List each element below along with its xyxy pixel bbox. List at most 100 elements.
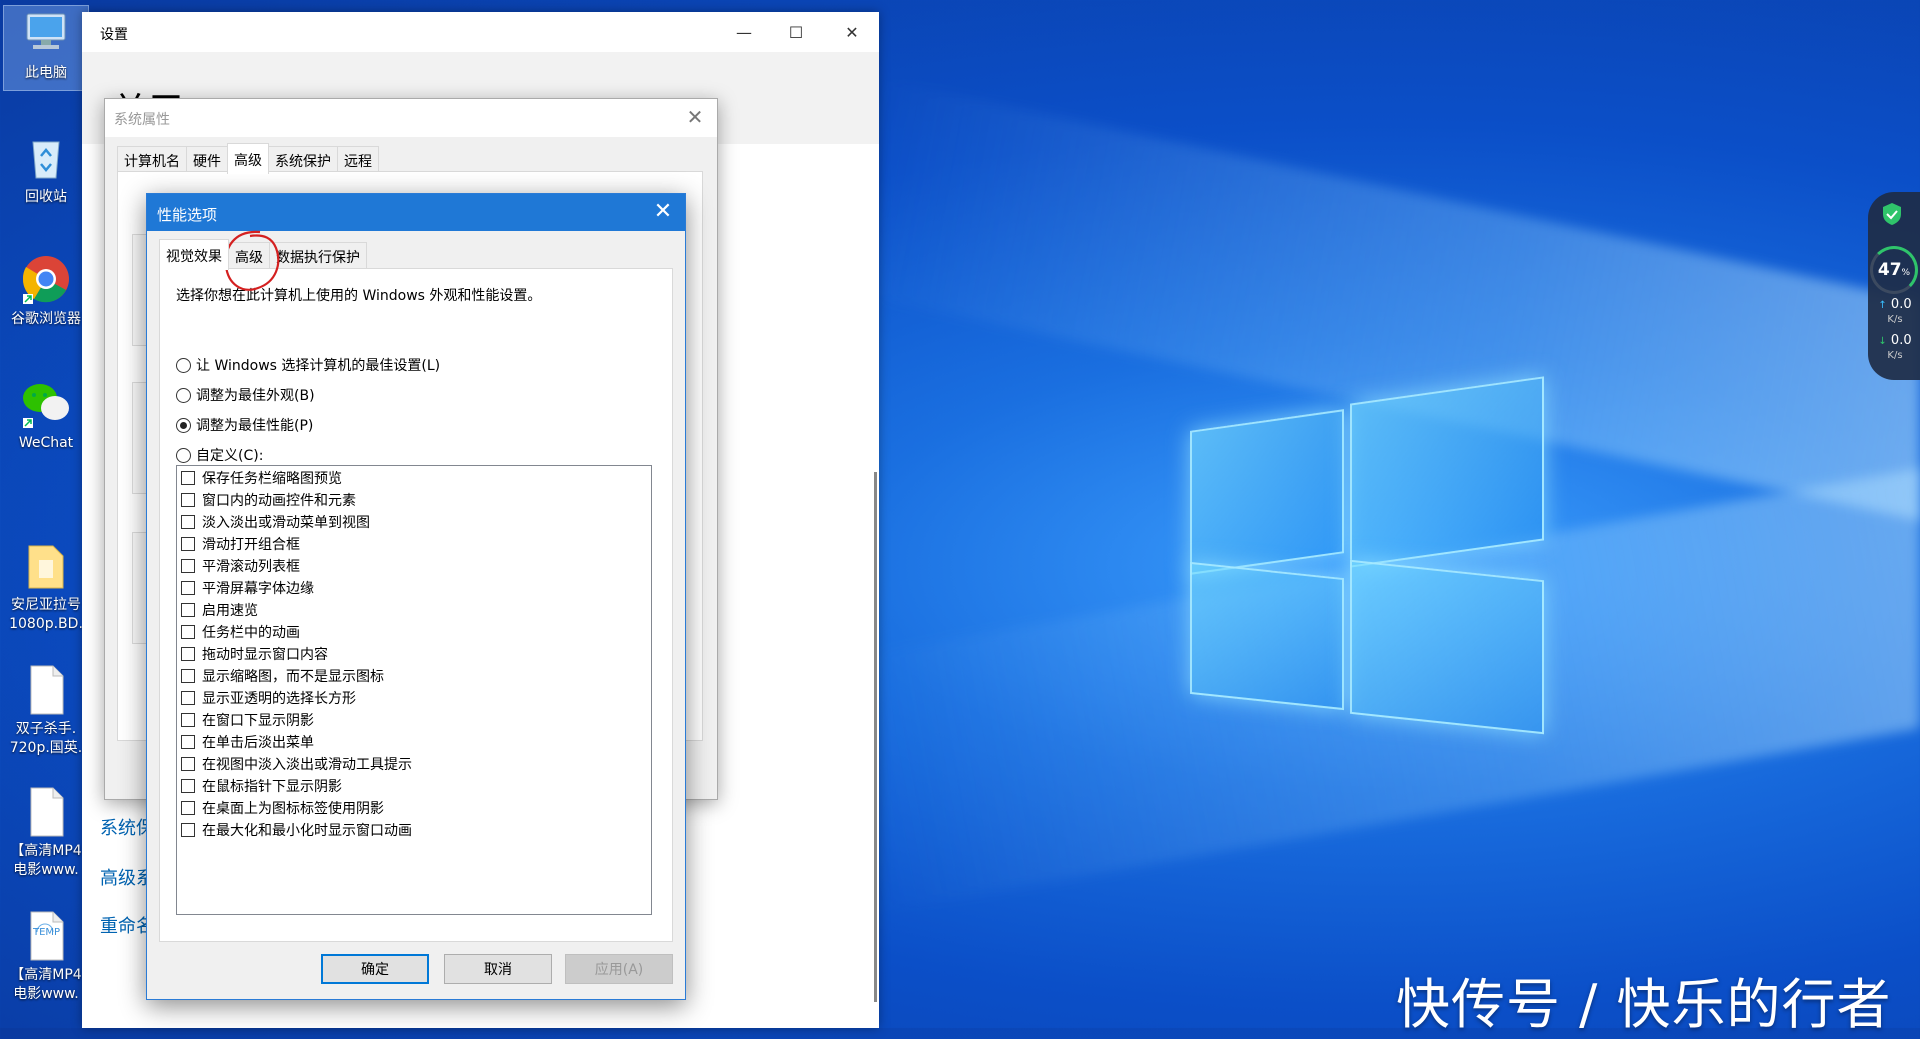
tab-system-protection[interactable]: 系统保护 bbox=[268, 146, 338, 174]
desktop-icon-recycle-bin[interactable]: 回收站 bbox=[4, 130, 88, 207]
tab-computer-name[interactable]: 计算机名 bbox=[117, 146, 187, 174]
checkbox-label: 拖动时显示窗口内容 bbox=[202, 647, 328, 663]
checkbox-item[interactable]: 显示亚透明的选择长方形 bbox=[181, 689, 356, 707]
checkbox[interactable] bbox=[181, 691, 195, 705]
checkbox[interactable] bbox=[181, 603, 195, 617]
tab-visual-effects[interactable]: 视觉效果 bbox=[159, 239, 229, 270]
maximize-button[interactable]: ☐ bbox=[776, 20, 816, 46]
windows-logo-wallpaper bbox=[1190, 376, 1570, 740]
checkbox[interactable] bbox=[181, 559, 195, 573]
scrollbar[interactable] bbox=[874, 472, 877, 1002]
download-speed: ↓ 0.0 K/s bbox=[1872, 334, 1918, 363]
tab-advanced[interactable]: 高级 bbox=[228, 242, 270, 270]
performance-options-dialog: 性能选项 ✕ 视觉效果 高级 数据执行保护 选择你想在此计算机上使用的 Wind… bbox=[146, 193, 686, 1000]
system-properties-titlebar[interactable]: 系统属性 ✕ bbox=[105, 99, 717, 137]
checkbox[interactable] bbox=[181, 515, 195, 529]
cancel-button[interactable]: 取消 bbox=[444, 954, 552, 984]
checkbox-label: 淡入淡出或滑动菜单到视图 bbox=[202, 515, 370, 531]
tab-hardware[interactable]: 硬件 bbox=[186, 146, 228, 174]
desktop-icon-chrome[interactable]: 谷歌浏览器 bbox=[4, 252, 88, 329]
checkbox[interactable] bbox=[181, 625, 195, 639]
visual-effects-description: 选择你想在此计算机上使用的 Windows 外观和性能设置。 bbox=[176, 288, 542, 304]
checkbox[interactable] bbox=[181, 735, 195, 749]
radio-label: 调整为最佳性能(P) bbox=[196, 418, 314, 434]
tab-data-execution-prevention[interactable]: 数据执行保护 bbox=[269, 242, 367, 270]
checkbox[interactable] bbox=[181, 713, 195, 727]
checkbox-item[interactable]: 在鼠标指针下显示阴影 bbox=[181, 777, 342, 795]
file-icon bbox=[19, 765, 73, 837]
checkbox-item[interactable]: 在最大化和最小化时显示窗口动画 bbox=[181, 821, 412, 839]
settings-titlebar[interactable]: 设置 — ☐ ✕ bbox=[82, 12, 879, 52]
shield-icon bbox=[1881, 202, 1903, 229]
checkbox[interactable] bbox=[181, 471, 195, 485]
watermark-text: 快传号 / 快乐的行者 bbox=[1396, 973, 1892, 1036]
tab-remote[interactable]: 远程 bbox=[337, 146, 379, 174]
checkbox-label: 显示缩略图，而不是显示图标 bbox=[202, 669, 384, 685]
performance-options-title: 性能选项 bbox=[157, 206, 218, 224]
arrow-down-icon: ↓ bbox=[1878, 336, 1887, 347]
memory-usage-value: 47 bbox=[1877, 260, 1902, 280]
speed-unit: K/s bbox=[1887, 314, 1903, 325]
checkbox[interactable] bbox=[181, 757, 195, 771]
minimize-button[interactable]: — bbox=[724, 20, 764, 46]
checkbox-item[interactable]: 平滑滚动列表框 bbox=[181, 557, 300, 575]
checkbox-item[interactable]: 淡入淡出或滑动菜单到视图 bbox=[181, 513, 370, 531]
checkbox-label: 在鼠标指针下显示阴影 bbox=[202, 779, 342, 795]
checkbox-label: 在窗口下显示阴影 bbox=[202, 713, 314, 729]
system-monitor-widget[interactable]: 47% ↑ 0.0 K/s ↓ 0.0 K/s bbox=[1868, 192, 1920, 380]
checkbox[interactable] bbox=[181, 647, 195, 661]
desktop-icon-label: 谷歌浏览器 bbox=[11, 311, 81, 327]
close-icon[interactable]: ✕ bbox=[681, 105, 709, 131]
checkbox[interactable] bbox=[181, 669, 195, 683]
checkbox-item[interactable]: 在窗口下显示阴影 bbox=[181, 711, 314, 729]
checkbox-label: 在单击后淡出菜单 bbox=[202, 735, 314, 751]
radio-best-performance[interactable]: 调整为最佳性能(P) bbox=[176, 415, 313, 435]
checkbox-label: 保存任务栏缩略图预览 bbox=[202, 471, 342, 487]
close-button[interactable]: ✕ bbox=[832, 20, 872, 46]
checkbox-label: 在最大化和最小化时显示窗口动画 bbox=[202, 823, 412, 839]
memory-usage-gauge: 47% bbox=[1870, 246, 1918, 294]
desktop-icon-temp-file[interactable]: TEMP 【高清MP4 电影www. bbox=[4, 870, 88, 1023]
checkbox-label: 任务栏中的动画 bbox=[202, 625, 300, 641]
checkbox-item[interactable]: 平滑屏幕字体边缘 bbox=[181, 579, 314, 597]
checkbox[interactable] bbox=[181, 493, 195, 507]
checkbox-item[interactable]: 任务栏中的动画 bbox=[181, 623, 300, 641]
apply-button[interactable]: 应用(A) bbox=[565, 954, 673, 984]
ok-button[interactable]: 确定 bbox=[321, 954, 429, 984]
visual-effects-checklist[interactable]: 保存任务栏缩略图预览 窗口内的动画控件和元素 淡入淡出或滑动菜单到视图 滑动打开… bbox=[176, 465, 652, 915]
upload-value: 0.0 bbox=[1890, 297, 1912, 312]
checkbox[interactable] bbox=[181, 581, 195, 595]
checkbox-item[interactable]: 窗口内的动画控件和元素 bbox=[181, 491, 356, 509]
checkbox-item[interactable]: 显示缩略图，而不是显示图标 bbox=[181, 667, 384, 685]
checkbox[interactable] bbox=[181, 823, 195, 837]
performance-options-titlebar[interactable]: 性能选项 ✕ bbox=[147, 194, 685, 231]
desktop-icon-label: WeChat bbox=[18, 435, 74, 451]
radio-custom[interactable]: 自定义(C): bbox=[176, 445, 263, 465]
radio-label: 自定义(C): bbox=[196, 448, 264, 464]
radio-label: 让 Windows 选择计算机的最佳设置(L) bbox=[196, 358, 441, 374]
tab-advanced[interactable]: 高级 bbox=[227, 143, 269, 174]
checkbox[interactable] bbox=[181, 779, 195, 793]
recycle-bin-icon bbox=[19, 130, 73, 184]
checkbox[interactable] bbox=[181, 801, 195, 815]
desktop-icon-wechat[interactable]: WeChat bbox=[4, 376, 88, 453]
checkbox-item[interactable]: 在单击后淡出菜单 bbox=[181, 733, 314, 751]
checkbox-item[interactable]: 保存任务栏缩略图预览 bbox=[181, 469, 342, 487]
file-icon bbox=[19, 643, 73, 715]
close-icon[interactable]: ✕ bbox=[649, 199, 677, 225]
checkbox[interactable] bbox=[181, 537, 195, 551]
desktop-icon-label: 回收站 bbox=[25, 189, 67, 205]
checkbox-item[interactable]: 滑动打开组合框 bbox=[181, 535, 300, 553]
desktop-icon-label: 此电脑 bbox=[25, 65, 67, 81]
radio-best-appearance[interactable]: 调整为最佳外观(B) bbox=[176, 385, 315, 405]
radio-let-windows-choose[interactable]: 让 Windows 选择计算机的最佳设置(L) bbox=[176, 355, 440, 375]
radio-indicator-selected bbox=[176, 417, 191, 433]
chrome-icon bbox=[19, 252, 73, 306]
desktop-icon-this-pc[interactable]: 此电脑 bbox=[3, 5, 89, 91]
checkbox-item[interactable]: 拖动时显示窗口内容 bbox=[181, 645, 328, 663]
checkbox-item[interactable]: 在桌面上为图标标签使用阴影 bbox=[181, 799, 384, 817]
visual-effects-panel: 选择你想在此计算机上使用的 Windows 外观和性能设置。 让 Windows… bbox=[159, 268, 673, 942]
checkbox-item[interactable]: 在视图中淡入淡出或滑动工具提示 bbox=[181, 755, 412, 773]
checkbox-item[interactable]: 启用速览 bbox=[181, 601, 258, 619]
download-value: 0.0 bbox=[1890, 333, 1912, 348]
